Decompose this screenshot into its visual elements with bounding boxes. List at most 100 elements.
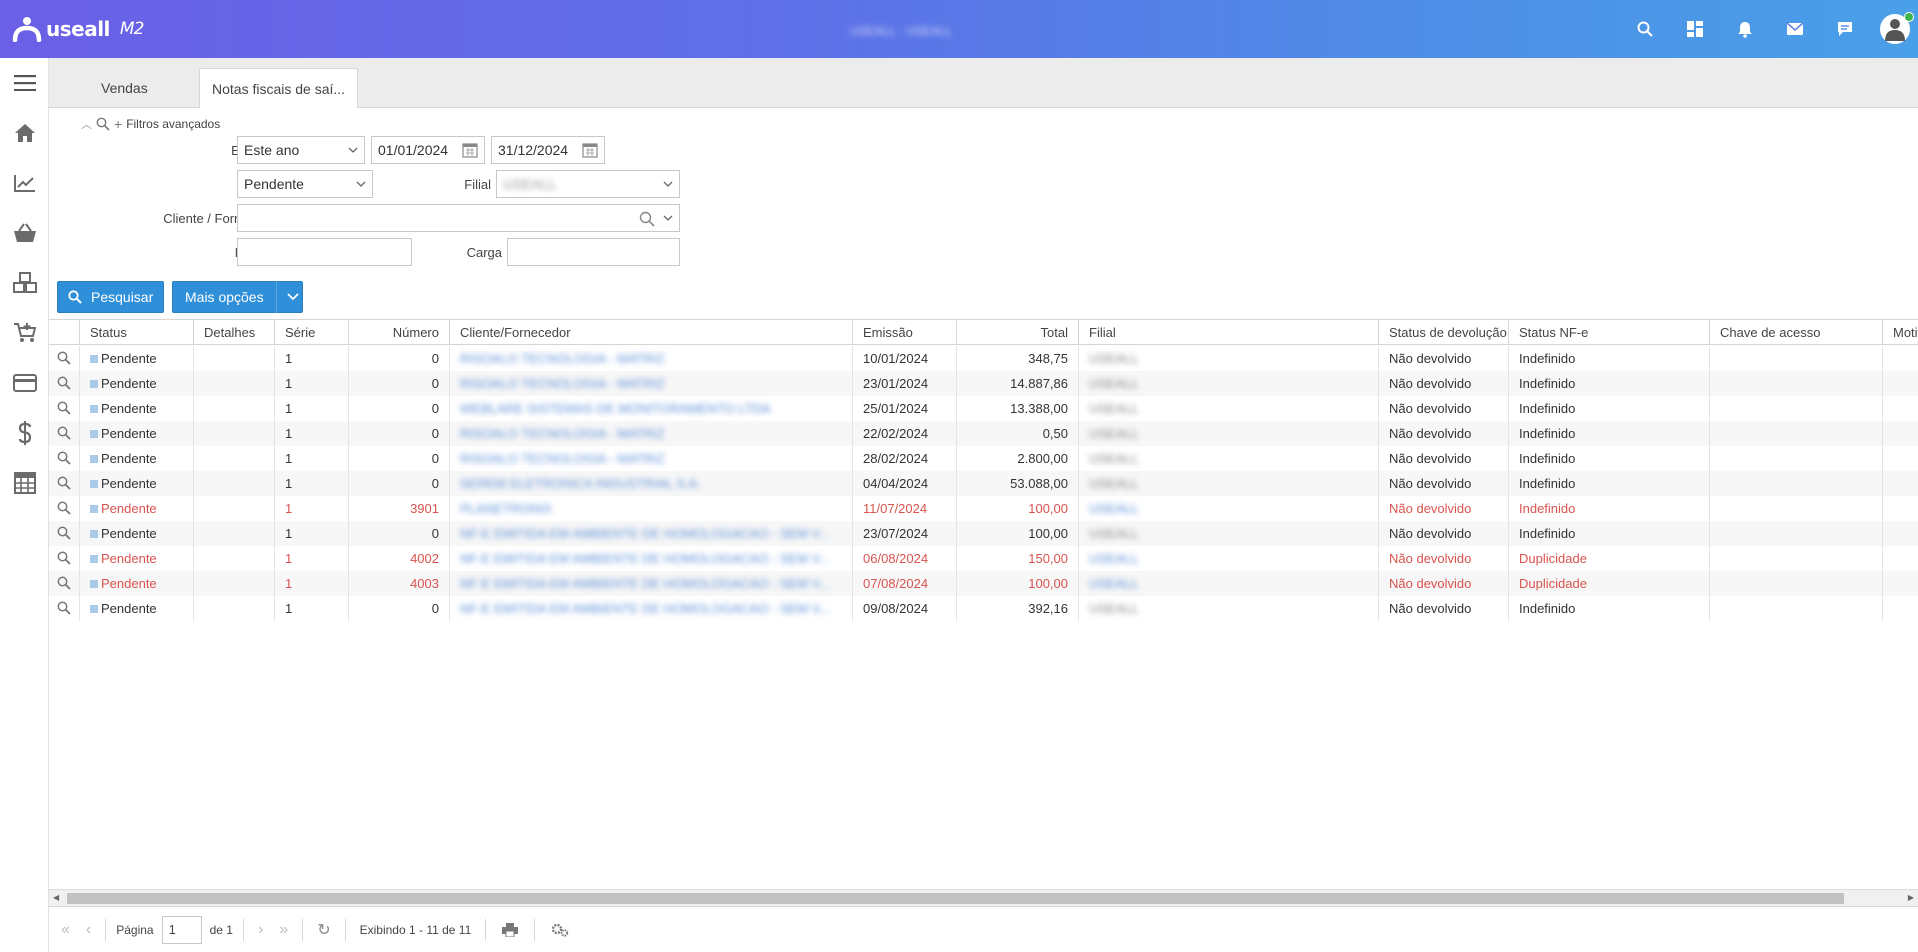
status-color-indicator [90, 405, 98, 413]
advanced-filters-toggle[interactable]: ︿ + Filtros avançados [81, 116, 220, 132]
dashboard-icon[interactable] [1670, 0, 1720, 58]
cell-cliente-text: NF-E EMITIDA EM AMBIENTE DE HOMOLOGACAO … [460, 551, 831, 566]
cell-numero: 0 [349, 446, 450, 471]
search-icon[interactable] [1620, 0, 1670, 58]
row-view-button[interactable] [49, 596, 80, 621]
dollar-icon[interactable] [0, 408, 49, 458]
table-row[interactable]: Pendente 1 0 NF-E EMITIDA EM AMBIENTE DE HO… [49, 521, 1918, 546]
last-page-icon[interactable]: » [279, 921, 288, 939]
cell-detalhes [194, 371, 275, 396]
search-button[interactable]: Pesquisar [57, 281, 164, 313]
cell-status: Pendente [80, 546, 194, 571]
cart-add-icon[interactable] [0, 308, 49, 358]
cell-emissao-text: 11/07/2024 [863, 501, 928, 516]
page-number-input[interactable]: 1 [161, 915, 202, 944]
header-numero[interactable]: Número [349, 320, 450, 345]
status-color-indicator [90, 355, 98, 363]
settings-gears-icon[interactable] [551, 923, 569, 937]
pager-separator [344, 918, 346, 941]
chevron-up-icon: ︿ [81, 119, 92, 131]
header-status-nfe[interactable]: Status NF-e [1509, 320, 1710, 345]
print-icon[interactable] [502, 922, 519, 937]
row-view-button[interactable] [49, 421, 80, 446]
cell-total-text: 0,50 [1042, 426, 1068, 441]
table-row[interactable]: Pendente 1 0 RISOALO TECNOLOGIA - MATRIZ 22/… [49, 421, 1918, 446]
cell-emissao-text: 06/08/2024 [863, 551, 929, 566]
chat-icon[interactable] [1820, 0, 1870, 58]
horizontal-scrollbar[interactable]: ◀ ▶ [49, 889, 1918, 906]
mail-icon[interactable] [1770, 0, 1820, 58]
table-row[interactable]: Pendente 1 0 NF-E EMITIDA EM AMBIENTE DE HO… [49, 596, 1918, 621]
header-status[interactable]: Status [80, 320, 194, 345]
row-view-button[interactable] [49, 371, 80, 396]
previous-page-icon[interactable]: ‹ [86, 921, 91, 939]
basket-icon[interactable] [0, 208, 49, 258]
cell-serie: 1 [275, 546, 349, 571]
boxes-icon[interactable] [0, 258, 49, 308]
search-icon[interactable] [639, 211, 655, 227]
header-total[interactable]: Total [957, 320, 1079, 345]
row-view-button[interactable] [49, 446, 80, 471]
cell-status: Pendente [80, 446, 194, 471]
cell-status-nfe: Indefinido [1509, 596, 1710, 621]
header-chave-acesso[interactable]: Chave de acesso [1710, 320, 1883, 345]
scroll-left-arrow-icon[interactable]: ◀ [53, 893, 59, 902]
header-filial[interactable]: Filial [1079, 320, 1379, 345]
cell-status-devolucao-text: Não devolvido [1389, 601, 1472, 616]
calendar-icon[interactable] [582, 142, 598, 158]
notifications-bell-icon[interactable] [1720, 0, 1770, 58]
table-row[interactable]: Pendente 1 4002 NF-E EMITIDA EM AMBIENTE DE… [49, 546, 1918, 571]
row-view-button[interactable] [49, 571, 80, 596]
header-cliente[interactable]: Cliente/Fornecedor [450, 320, 853, 345]
tab-vendas[interactable]: Vendas [89, 68, 160, 108]
row-view-button[interactable] [49, 521, 80, 546]
status-color-indicator [90, 605, 98, 613]
row-view-button[interactable] [49, 396, 80, 421]
header-emissao[interactable]: Emissão [853, 320, 957, 345]
user-avatar[interactable] [1880, 12, 1914, 44]
header-detalhes[interactable]: Detalhes [194, 320, 275, 345]
app-logo[interactable]: useall M2 [12, 16, 144, 42]
cell-cliente: SEREM ELETRONICA INDUSTRIAL S.A. [450, 471, 853, 496]
menu-hamburger-icon[interactable] [0, 58, 49, 108]
numero-field[interactable] [237, 238, 412, 266]
table-row[interactable]: Pendente 1 0 RISOALO TECNOLOGIA - MATRIZ 28/… [49, 446, 1918, 471]
table-row[interactable]: Pendente 1 0 WEBLARE SISTEMAS DE MONITORAME… [49, 396, 1918, 421]
header-motivo[interactable]: Motiv [1883, 320, 1918, 345]
carga-field[interactable] [507, 238, 680, 266]
header-status-devolucao[interactable]: Status de devolução [1379, 320, 1509, 345]
row-view-button[interactable] [49, 546, 80, 571]
calendar-icon[interactable] [462, 142, 478, 158]
home-icon[interactable] [0, 108, 49, 158]
scrollbar-thumb[interactable] [67, 893, 1844, 904]
table-row[interactable]: Pendente 1 3901 PLANETRONIX 11/07/2024 100,00… [49, 496, 1918, 521]
chevron-down-icon[interactable] [663, 213, 673, 223]
emissao-select[interactable]: Este ano [237, 136, 365, 164]
cell-total: 100,00 [957, 521, 1079, 546]
refresh-icon[interactable]: ↻ [317, 920, 330, 940]
cell-cliente-text: RISOALO TECNOLOGIA - MATRIZ [460, 451, 665, 466]
tab-notas-fiscais[interactable]: Notas fiscais de saí... [199, 68, 359, 108]
more-options-button[interactable]: Mais opções [172, 281, 303, 313]
cell-status-devolucao-text: Não devolvido [1389, 476, 1472, 491]
date-to-field[interactable]: 31/12/2024 [491, 136, 605, 164]
chart-line-icon[interactable] [0, 158, 49, 208]
filial-select[interactable]: USEALL [496, 170, 680, 198]
row-view-button[interactable] [49, 496, 80, 521]
table-row[interactable]: Pendente 1 4003 NF-E EMITIDA EM AMBIENTE DE… [49, 571, 1918, 596]
first-page-icon[interactable]: « [61, 921, 70, 939]
cell-detalhes [194, 596, 275, 621]
calculator-icon[interactable] [0, 458, 49, 508]
row-view-button[interactable] [49, 471, 80, 496]
next-page-icon[interactable]: › [258, 921, 263, 939]
credit-card-icon[interactable] [0, 358, 49, 408]
header-serie[interactable]: Série [275, 320, 349, 345]
cliente-field[interactable] [237, 204, 680, 232]
table-row[interactable]: Pendente 1 0 SEREM ELETRONICA INDUSTRIAL S.… [49, 471, 1918, 496]
table-row[interactable]: Pendente 1 0 RISOALO TECNOLOGIA - MATRIZ 23/… [49, 371, 1918, 396]
row-view-button[interactable] [49, 346, 80, 371]
status-select[interactable]: Pendente [237, 170, 373, 198]
scroll-right-arrow-icon[interactable]: ▶ [1908, 893, 1914, 902]
date-from-field[interactable]: 01/01/2024 [371, 136, 485, 164]
table-row[interactable]: Pendente 1 0 RISOALO TECNOLOGIA - MATRIZ 10/… [49, 346, 1918, 371]
